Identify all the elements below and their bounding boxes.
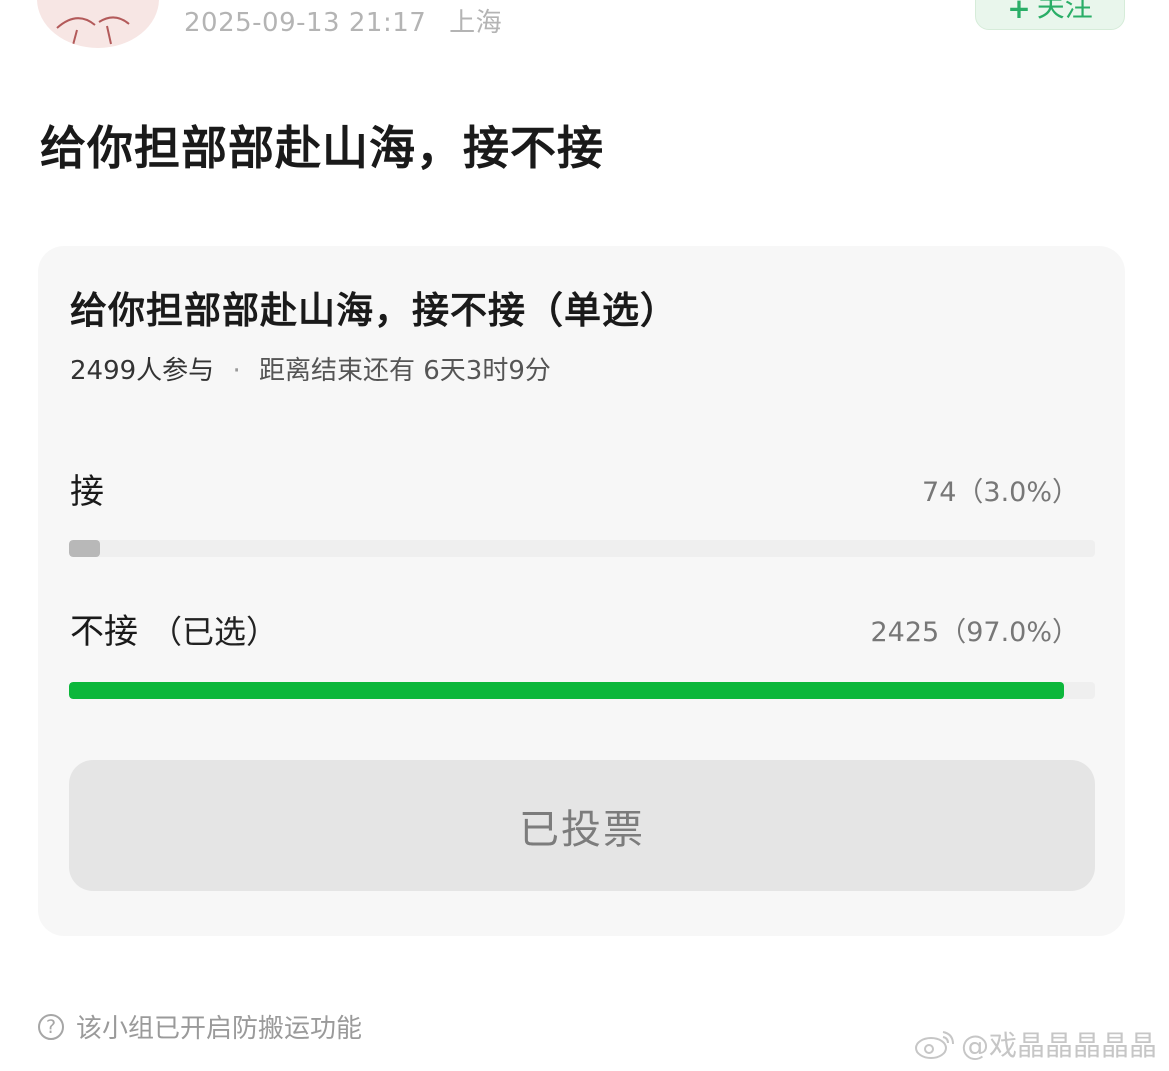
poll-option-bar-fill (69, 682, 1065, 699)
question-circle-icon[interactable]: ? (38, 1013, 64, 1040)
anti-repost-text: 该小组已开启防搬运功能 (76, 1014, 363, 1044)
poll-option-bar (69, 682, 1095, 699)
voted-button[interactable]: 已投票 (69, 760, 1095, 891)
post-page: 2025-09-13 21:17 上海 + 关注 给你担部部赴山海，接不接 给你… (0, 0, 1169, 1071)
poll-card: 给你担部部赴山海，接不接（单选） 2499人参与 · 距离结束还有 6天3时9分… (38, 246, 1125, 936)
avatar[interactable] (37, 0, 159, 48)
plus-icon: + (1007, 0, 1031, 25)
post-timestamp: 2025-09-13 21:17 (184, 8, 427, 38)
poll-option-bar (69, 540, 1095, 557)
poll-title: 给你担部部赴山海，接不接（单选） (70, 289, 678, 332)
poll-countdown: 距离结束还有 6天3时9分 (258, 356, 551, 386)
option-text: 不接 (70, 612, 138, 652)
follow-button[interactable]: + 关注 (975, 0, 1125, 30)
option-selected-tag: （已选） (150, 613, 279, 651)
watermark: @戏晶晶晶晶晶 (913, 1024, 1157, 1064)
anti-repost-note: ? 该小组已开启防搬运功能 (38, 1008, 362, 1045)
weibo-logo-icon (914, 1031, 954, 1059)
follow-label: 关注 (1036, 0, 1093, 23)
post-meta: 2025-09-13 21:17 上海 (184, 2, 502, 39)
poll-option-label: 接 (70, 464, 116, 513)
option-text: 接 (70, 472, 104, 512)
poll-option-bar-fill (69, 540, 100, 557)
poll-stats: 2499人参与 · 距离结束还有 6天3时9分 (70, 350, 551, 387)
stats-separator: · (232, 356, 241, 386)
post-location: 上海 (449, 8, 503, 38)
poll-option-count: 74（3.0%） (922, 477, 1079, 508)
post-title: 给你担部部赴山海，接不接 (40, 121, 604, 175)
poll-option-count: 2425（97.0%） (870, 617, 1080, 648)
poll-participants: 2499人参与 (70, 356, 215, 386)
watermark-text: @戏晶晶晶晶晶 (960, 1029, 1157, 1062)
poll-option-label: 不接 （已选） (70, 604, 278, 653)
